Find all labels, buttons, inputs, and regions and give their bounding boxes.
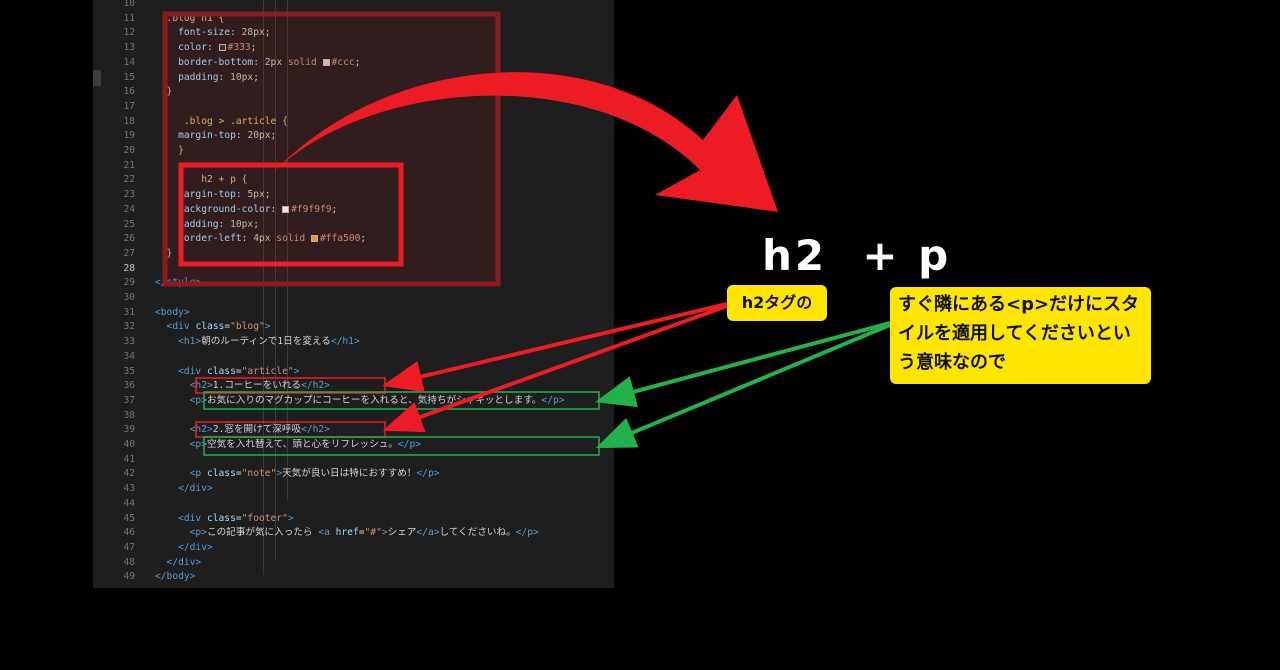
p-line-box bbox=[203, 436, 600, 456]
p-line-box bbox=[203, 391, 600, 410]
pointer-arrow-h2 bbox=[382, 302, 728, 393]
selector-label: h2 + p bbox=[762, 231, 952, 280]
callout-h2: h2タグの bbox=[727, 285, 827, 321]
h2-line-box bbox=[195, 377, 386, 394]
pointer-arrow-p bbox=[595, 323, 891, 449]
callout-adjacent-p: すぐ隣にある<p>だけにスタイルを適用してくださいという意味なので bbox=[890, 287, 1151, 384]
h2-line-box bbox=[195, 421, 386, 438]
css-block-highlight bbox=[162, 11, 501, 287]
